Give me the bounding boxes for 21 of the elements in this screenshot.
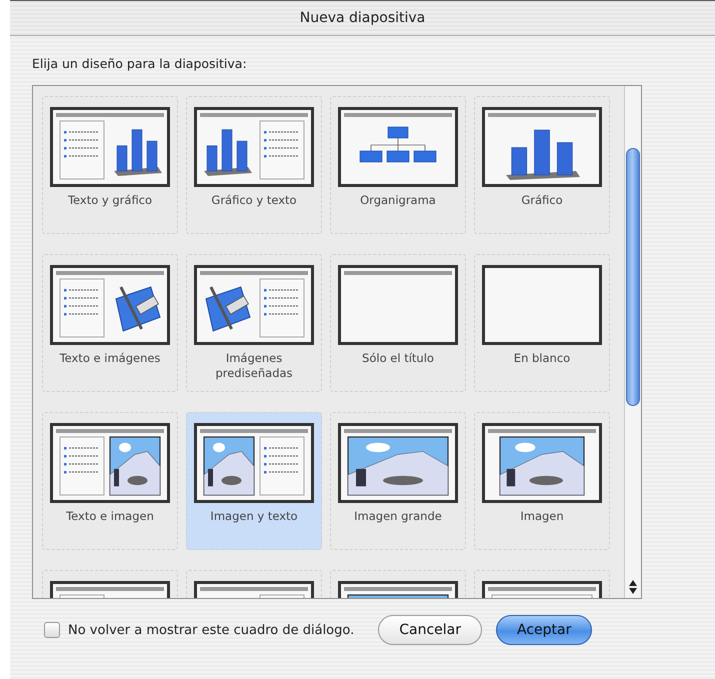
layout-option[interactable]: Texto e imagen xyxy=(42,412,178,550)
scrollbar[interactable] xyxy=(624,86,641,598)
layout-option[interactable]: Imágenes prediseñadas xyxy=(186,254,322,392)
window-title: Nueva diapositiva xyxy=(300,10,426,26)
prompt-label: Elija un diseño para la diapositiva: xyxy=(32,56,248,71)
default-button[interactable]: Aceptar xyxy=(496,615,592,645)
down-arrow-icon[interactable] xyxy=(629,588,637,594)
layout-option[interactable]: Sólo el título xyxy=(330,254,466,392)
checkbox-label: No volver a mostrar este cuadro de diálogo. xyxy=(68,622,354,638)
layout-option[interactable]: En blanco xyxy=(474,254,610,392)
layout-option[interactable]: Gráfico xyxy=(474,96,610,234)
dialog-button[interactable]: Cancelar xyxy=(378,615,482,645)
layout-option[interactable]: Gráfico y texto xyxy=(186,96,322,234)
up-arrow-icon[interactable] xyxy=(629,580,637,586)
layout-option[interactable]: Imagen xyxy=(474,412,610,550)
layout-option[interactable]: Imagen y texto xyxy=(186,412,322,550)
layout-option[interactable]: Organigrama xyxy=(330,96,466,234)
layout-option[interactable]: Texto y gráfico xyxy=(42,96,178,234)
layout-option[interactable]: Imagen grande xyxy=(330,412,466,550)
layout-option[interactable]: Texto e imágenes xyxy=(42,254,178,392)
checkbox[interactable] xyxy=(44,622,60,638)
